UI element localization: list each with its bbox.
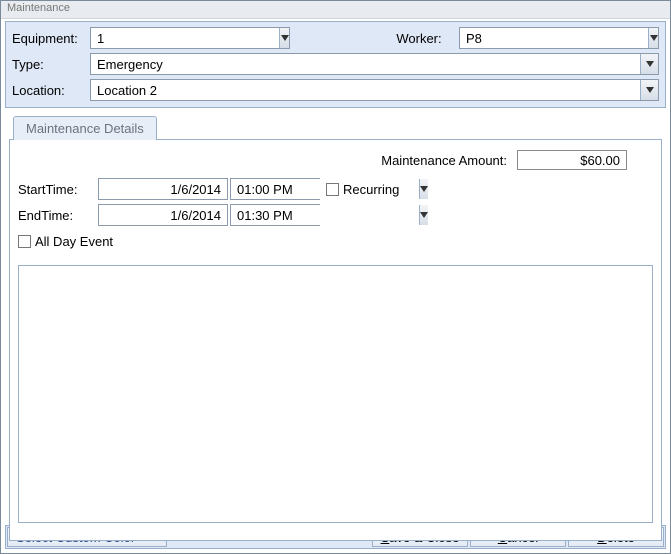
type-label: Type:	[12, 57, 90, 72]
allday-checkbox[interactable]	[18, 235, 31, 248]
type-input[interactable]	[91, 54, 640, 74]
chevron-down-icon	[281, 35, 289, 41]
maintenance-amount-label: Maintenance Amount:	[381, 153, 507, 168]
allday-label: All Day Event	[35, 234, 113, 249]
location-label: Location:	[12, 83, 90, 98]
start-time-combo[interactable]	[230, 178, 320, 200]
end-time-label: EndTime:	[18, 208, 98, 223]
end-time-dropdown-button[interactable]	[419, 205, 428, 225]
allday-checkbox-wrap[interactable]: All Day Event	[18, 234, 113, 249]
type-dropdown-button[interactable]	[640, 54, 658, 74]
location-combo[interactable]	[90, 79, 659, 101]
header-panel: Equipment: Worker: Type:	[5, 21, 666, 108]
end-time-combo[interactable]	[230, 204, 320, 226]
equipment-combo[interactable]	[90, 27, 290, 49]
chevron-down-icon	[650, 35, 658, 41]
start-time-label: StartTime:	[18, 182, 98, 197]
chevron-down-icon	[646, 61, 654, 67]
notes-textarea[interactable]	[18, 265, 653, 523]
start-date-input[interactable]	[98, 178, 228, 200]
location-input[interactable]	[91, 80, 640, 100]
start-time-dropdown-button[interactable]	[419, 179, 428, 199]
chevron-down-icon	[646, 87, 654, 93]
tab-body: Maintenance Amount: StartTime: Recurring	[9, 139, 662, 541]
location-dropdown-button[interactable]	[640, 80, 658, 100]
tab-maintenance-details[interactable]: Maintenance Details	[13, 116, 157, 140]
end-time-input[interactable]	[231, 205, 419, 225]
type-combo[interactable]	[90, 53, 659, 75]
equipment-dropdown-button[interactable]	[279, 28, 289, 48]
chevron-down-icon	[420, 212, 428, 218]
recurring-label: Recurring	[343, 182, 399, 197]
tab-area: Maintenance Details Maintenance Amount: …	[9, 116, 662, 541]
window-title: Maintenance	[1, 1, 670, 19]
worker-label: Worker:	[379, 31, 459, 46]
maintenance-window: Maintenance Equipment: Worker: Type:	[0, 0, 671, 554]
worker-combo[interactable]	[459, 27, 659, 49]
equipment-input[interactable]	[91, 28, 279, 48]
worker-input[interactable]	[460, 28, 648, 48]
worker-dropdown-button[interactable]	[648, 28, 658, 48]
equipment-label: Equipment:	[12, 31, 90, 46]
maintenance-amount-input[interactable]	[517, 150, 627, 170]
end-date-input[interactable]	[98, 204, 228, 226]
chevron-down-icon	[420, 186, 428, 192]
recurring-checkbox-wrap[interactable]: Recurring	[326, 182, 399, 197]
tab-strip: Maintenance Details	[9, 116, 662, 139]
recurring-checkbox[interactable]	[326, 183, 339, 196]
